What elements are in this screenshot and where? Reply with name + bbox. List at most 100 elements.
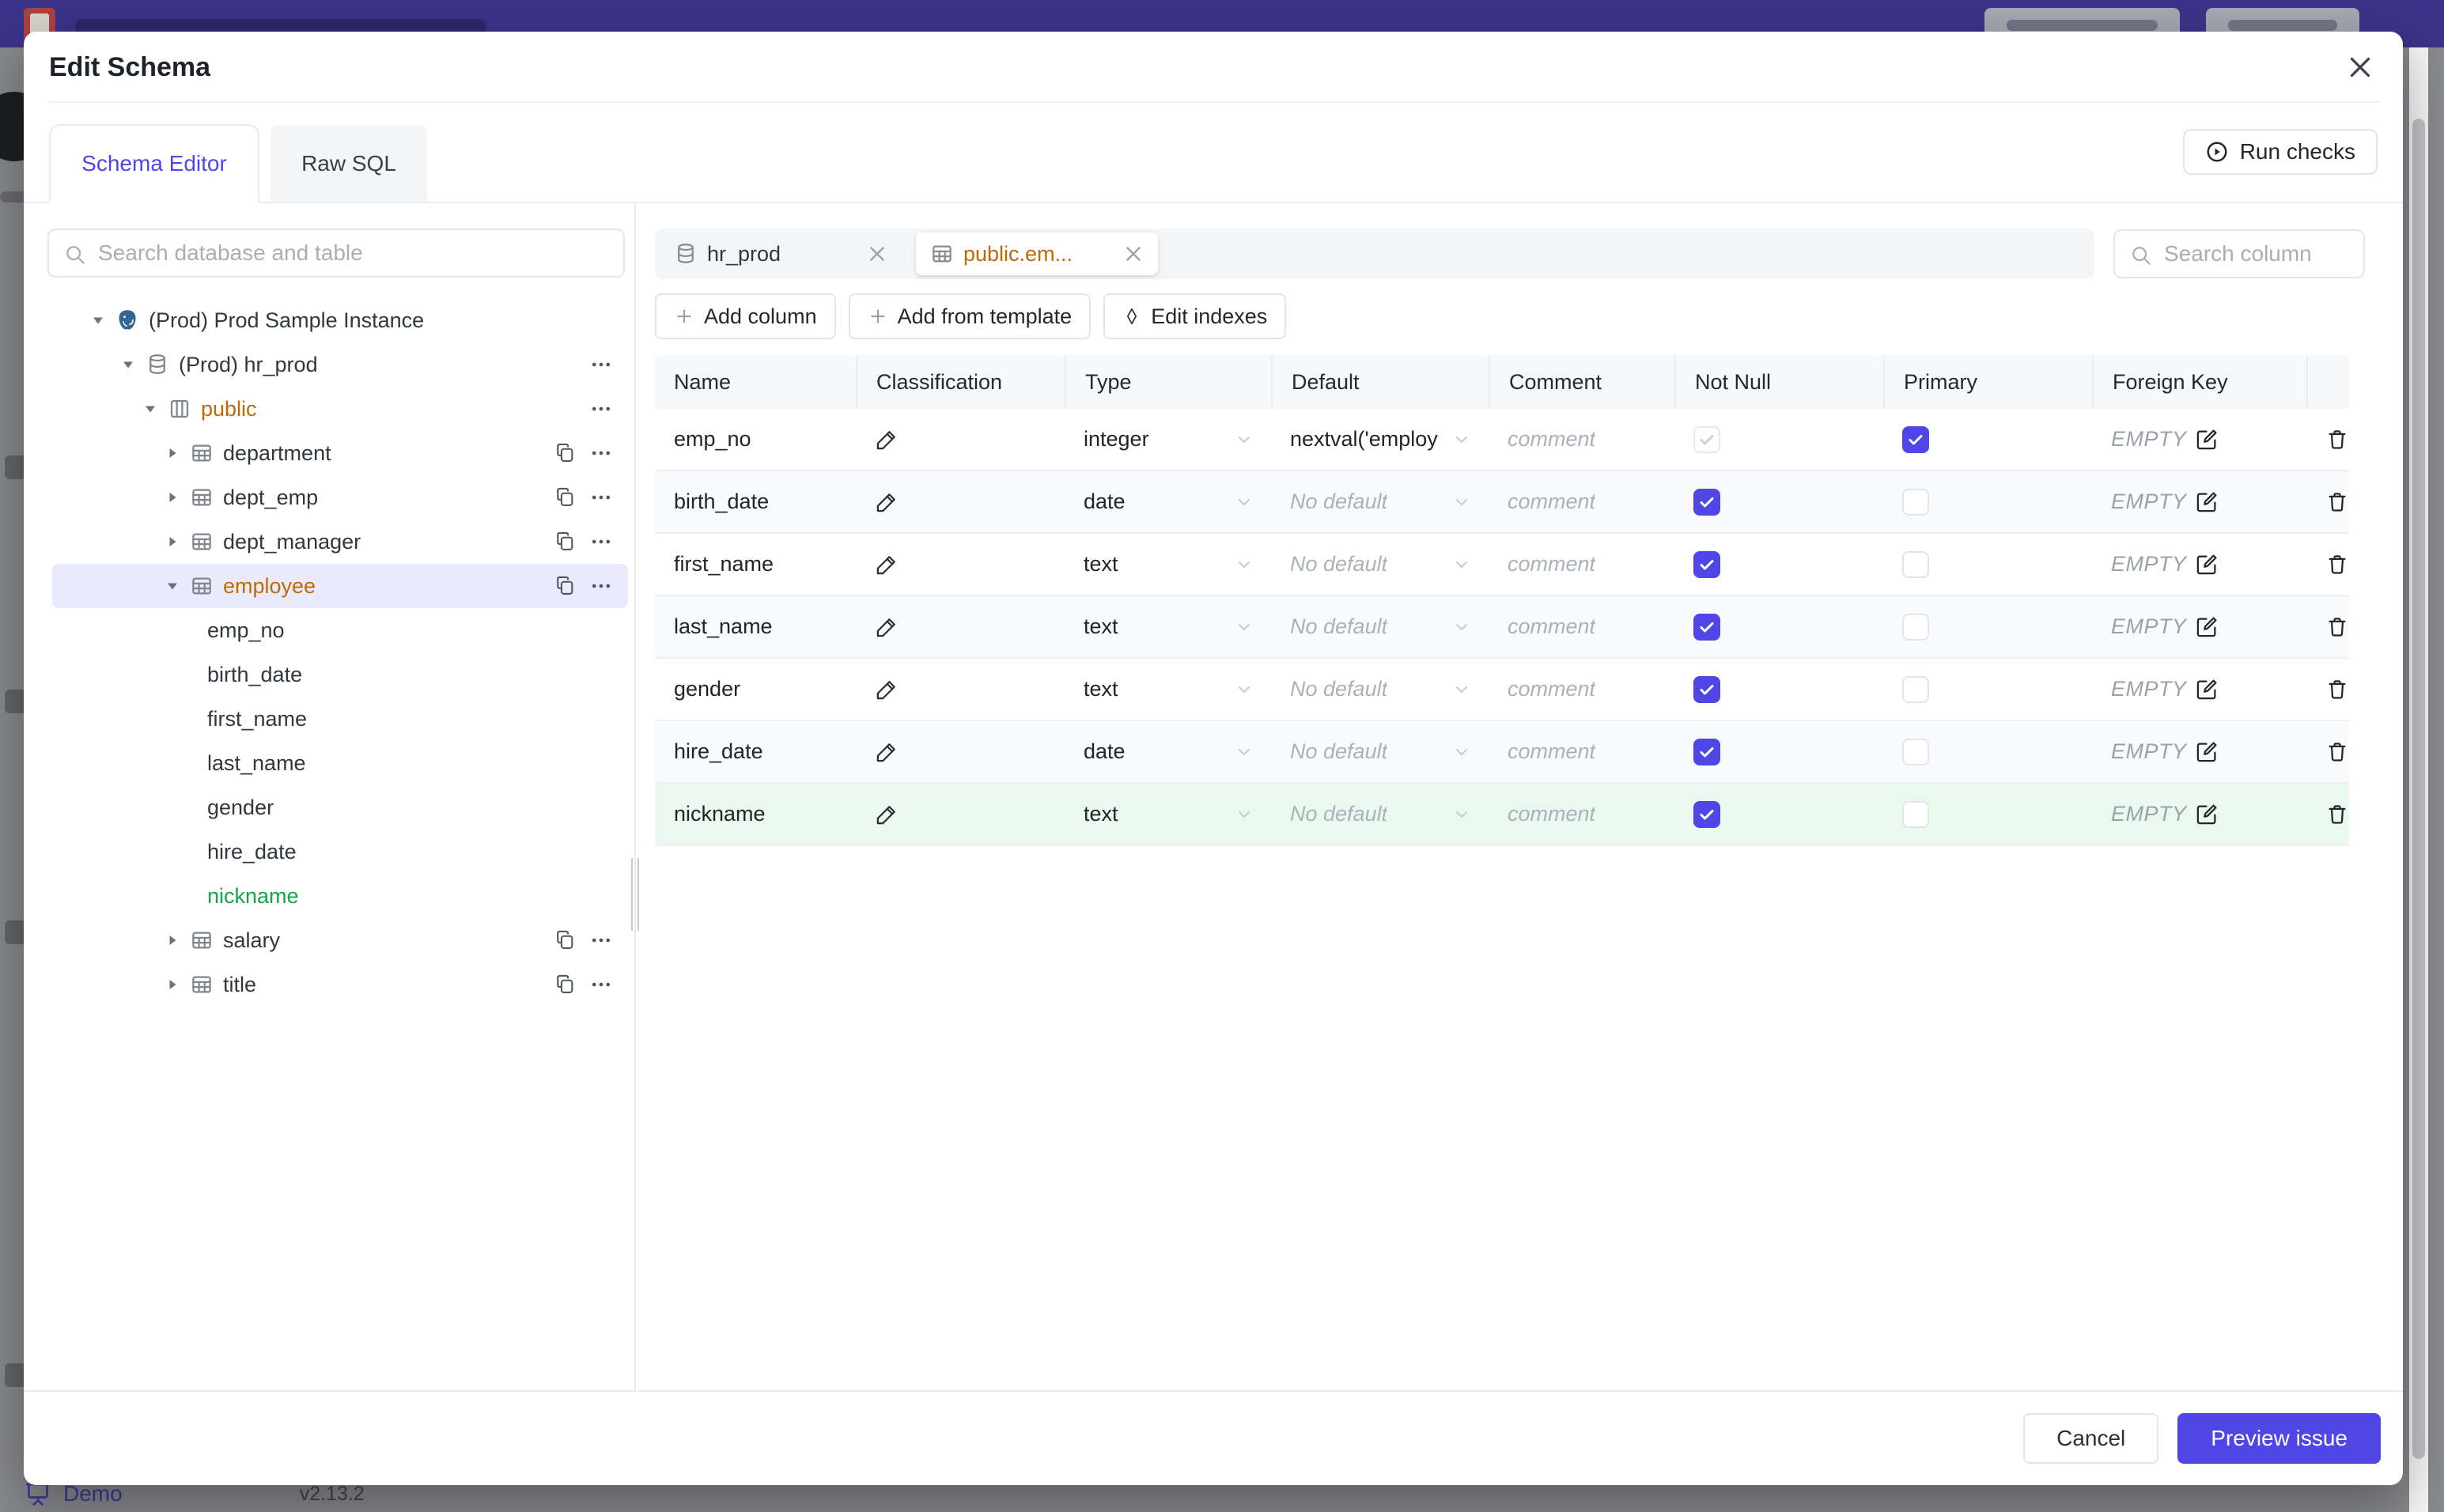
- tree-item-department[interactable]: department: [52, 431, 628, 475]
- copy-icon[interactable]: [554, 973, 576, 996]
- trash-icon[interactable]: [2325, 615, 2349, 639]
- more-options-icon[interactable]: [590, 442, 612, 464]
- comment-input[interactable]: comment: [1489, 409, 1674, 470]
- tree-item-prod-prod-sample-instance[interactable]: (Prod) Prod Sample Instance: [52, 298, 628, 342]
- type-select[interactable]: text: [1065, 784, 1271, 845]
- not-null-checked-checkbox[interactable]: [1693, 675, 1720, 703]
- primary-unchecked-checkbox[interactable]: [1902, 550, 1929, 578]
- tree-item-first-name[interactable]: first_name: [52, 697, 628, 741]
- preview-issue-button[interactable]: Preview issue: [2177, 1413, 2381, 1464]
- tree-item-salary[interactable]: salary: [52, 918, 628, 962]
- copy-icon[interactable]: [554, 575, 576, 597]
- tree-item-hire-date[interactable]: hire_date: [52, 830, 628, 874]
- tree-item-last-name[interactable]: last_name: [52, 741, 628, 785]
- edit-foreign-key-icon[interactable]: [2195, 678, 2219, 701]
- default-select[interactable]: No default: [1271, 471, 1489, 532]
- trash-icon[interactable]: [2325, 678, 2349, 701]
- tree-item-prod-hr-prod[interactable]: (Prod) hr_prod: [52, 342, 628, 387]
- tree-item-birth-date[interactable]: birth_date: [52, 652, 628, 697]
- copy-icon[interactable]: [554, 442, 576, 464]
- tab-chip-hr-prod[interactable]: hr_prod: [660, 232, 902, 275]
- comment-input[interactable]: comment: [1489, 721, 1674, 782]
- tab-schema-editor[interactable]: Schema Editor: [49, 124, 259, 203]
- more-options-icon[interactable]: [590, 353, 612, 376]
- name-cell[interactable]: gender: [655, 659, 856, 720]
- comment-input[interactable]: comment: [1489, 534, 1674, 595]
- type-select[interactable]: text: [1065, 659, 1271, 720]
- add-from-template-button[interactable]: Add from template: [848, 293, 1091, 339]
- edit-foreign-key-icon[interactable]: [2195, 740, 2219, 764]
- add-column-button[interactable]: Add column: [655, 293, 836, 339]
- primary-unchecked-checkbox[interactable]: [1902, 675, 1929, 703]
- primary-checked-checkbox[interactable]: [1902, 425, 1929, 453]
- not-null-checked-checkbox[interactable]: [1693, 800, 1720, 828]
- comment-input[interactable]: comment: [1489, 471, 1674, 532]
- name-cell[interactable]: hire_date: [655, 721, 856, 782]
- tree-item-gender[interactable]: gender: [52, 785, 628, 830]
- type-select[interactable]: text: [1065, 534, 1271, 595]
- database-search-input[interactable]: [49, 230, 623, 276]
- run-checks-button[interactable]: Run checks: [2182, 129, 2378, 175]
- edit-classification-icon[interactable]: [875, 615, 899, 639]
- default-select[interactable]: No default: [1271, 784, 1489, 845]
- name-cell[interactable]: birth_date: [655, 471, 856, 532]
- more-options-icon[interactable]: [590, 398, 612, 420]
- not-null-checked-checkbox[interactable]: [1693, 488, 1720, 516]
- trash-icon[interactable]: [2325, 740, 2349, 764]
- default-select[interactable]: No default: [1271, 596, 1489, 657]
- type-select[interactable]: integer: [1065, 409, 1271, 470]
- edit-classification-icon[interactable]: [875, 740, 899, 764]
- type-select[interactable]: text: [1065, 596, 1271, 657]
- tab-raw-sql[interactable]: Raw SQL: [271, 126, 427, 202]
- cancel-button[interactable]: Cancel: [2023, 1413, 2159, 1464]
- close-icon[interactable]: [2346, 53, 2374, 81]
- more-options-icon[interactable]: [590, 973, 612, 996]
- edit-foreign-key-icon[interactable]: [2195, 428, 2219, 452]
- tree-item-dept-emp[interactable]: dept_emp: [52, 475, 628, 520]
- panel-resize-handle[interactable]: [631, 858, 639, 931]
- trash-icon[interactable]: [2325, 428, 2349, 452]
- tree-item-public[interactable]: public: [52, 387, 628, 431]
- default-select[interactable]: No default: [1271, 534, 1489, 595]
- type-select[interactable]: date: [1065, 721, 1271, 782]
- edit-classification-icon[interactable]: [875, 678, 899, 701]
- tree-item-title[interactable]: title: [52, 962, 628, 1007]
- edit-foreign-key-icon[interactable]: [2195, 803, 2219, 826]
- type-select[interactable]: date: [1065, 471, 1271, 532]
- name-cell[interactable]: nickname: [655, 784, 856, 845]
- default-select[interactable]: nextval('employ: [1271, 409, 1489, 470]
- tree-item-emp-no[interactable]: emp_no: [52, 608, 628, 652]
- more-options-icon[interactable]: [590, 486, 612, 508]
- edit-foreign-key-icon[interactable]: [2195, 615, 2219, 639]
- name-cell[interactable]: last_name: [655, 596, 856, 657]
- copy-icon[interactable]: [554, 531, 576, 553]
- name-cell[interactable]: first_name: [655, 534, 856, 595]
- edit-indexes-button[interactable]: Edit indexes: [1103, 293, 1287, 339]
- comment-input[interactable]: comment: [1489, 784, 1674, 845]
- not-null-checked-checkbox[interactable]: [1693, 550, 1720, 578]
- not-null-checked-checkbox[interactable]: [1693, 738, 1720, 765]
- edit-foreign-key-icon[interactable]: [2195, 553, 2219, 576]
- edit-classification-icon[interactable]: [875, 553, 899, 576]
- copy-icon[interactable]: [554, 929, 576, 951]
- more-options-icon[interactable]: [590, 531, 612, 553]
- copy-icon[interactable]: [554, 486, 576, 508]
- edit-foreign-key-icon[interactable]: [2195, 490, 2219, 514]
- tree-item-nickname[interactable]: nickname: [52, 874, 628, 918]
- default-select[interactable]: No default: [1271, 721, 1489, 782]
- more-options-icon[interactable]: [590, 575, 612, 597]
- name-cell[interactable]: emp_no: [655, 409, 856, 470]
- tab-chip-public-em[interactable]: public.em...: [916, 232, 1158, 275]
- close-icon[interactable]: [1123, 244, 1144, 264]
- primary-unchecked-checkbox[interactable]: [1902, 613, 1929, 641]
- trash-icon[interactable]: [2325, 803, 2349, 826]
- primary-unchecked-checkbox[interactable]: [1902, 738, 1929, 765]
- more-options-icon[interactable]: [590, 929, 612, 951]
- edit-classification-icon[interactable]: [875, 490, 899, 514]
- primary-unchecked-checkbox[interactable]: [1902, 800, 1929, 828]
- close-icon[interactable]: [867, 244, 887, 264]
- primary-unchecked-checkbox[interactable]: [1902, 488, 1929, 516]
- tree-item-employee[interactable]: employee: [52, 564, 628, 608]
- edit-classification-icon[interactable]: [875, 803, 899, 826]
- not-null-checked-checkbox[interactable]: [1693, 613, 1720, 641]
